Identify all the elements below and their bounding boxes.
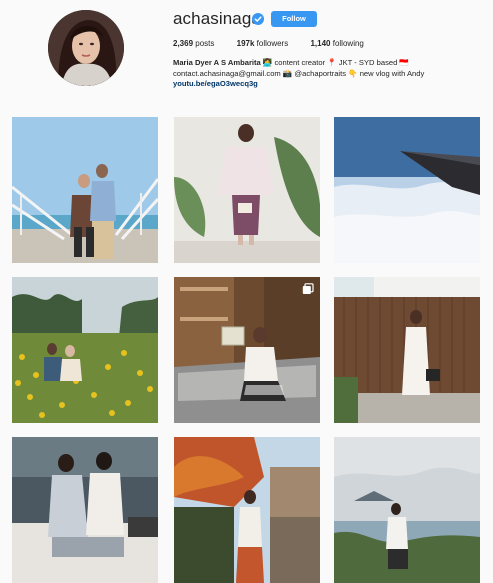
follow-button[interactable]: Follow (271, 11, 317, 27)
profile-bio: Maria Dyer A S Ambarita 👩‍💻 content crea… (173, 58, 473, 90)
post-tile[interactable] (12, 277, 158, 423)
bio-line-2: contact.achasinaga@gmail.com 📸 @achaport… (173, 68, 425, 78)
post-tile[interactable] (12, 117, 158, 263)
profile-avatar[interactable] (48, 10, 124, 86)
multiple-photos-icon (302, 283, 314, 294)
post-tile[interactable] (334, 277, 480, 423)
profile-stats: 2,369 posts 197k followers 1,140 followi… (173, 39, 384, 48)
following-stat[interactable]: 1,140 following (310, 39, 363, 48)
post-tile[interactable] (12, 437, 158, 583)
bio-link[interactable]: youtu.be/egaO3wecq3g (173, 79, 258, 88)
posts-stat: 2,369 posts (173, 39, 215, 48)
post-tile[interactable] (334, 117, 480, 263)
profile-full-name: Maria Dyer A S Ambarita (173, 58, 261, 67)
post-tile[interactable] (334, 437, 480, 583)
post-tile[interactable] (174, 277, 320, 423)
post-tile[interactable] (174, 117, 320, 263)
post-tile[interactable] (174, 437, 320, 583)
verified-badge-icon (252, 13, 264, 25)
followers-stat[interactable]: 197k followers (237, 39, 289, 48)
profile-header: achasinaga Follow 2,369 posts 197k follo… (0, 0, 493, 110)
profile-username: achasinaga (173, 9, 261, 28)
bio-line-1: Maria Dyer A S Ambarita 👩‍💻 content crea… (173, 58, 409, 67)
